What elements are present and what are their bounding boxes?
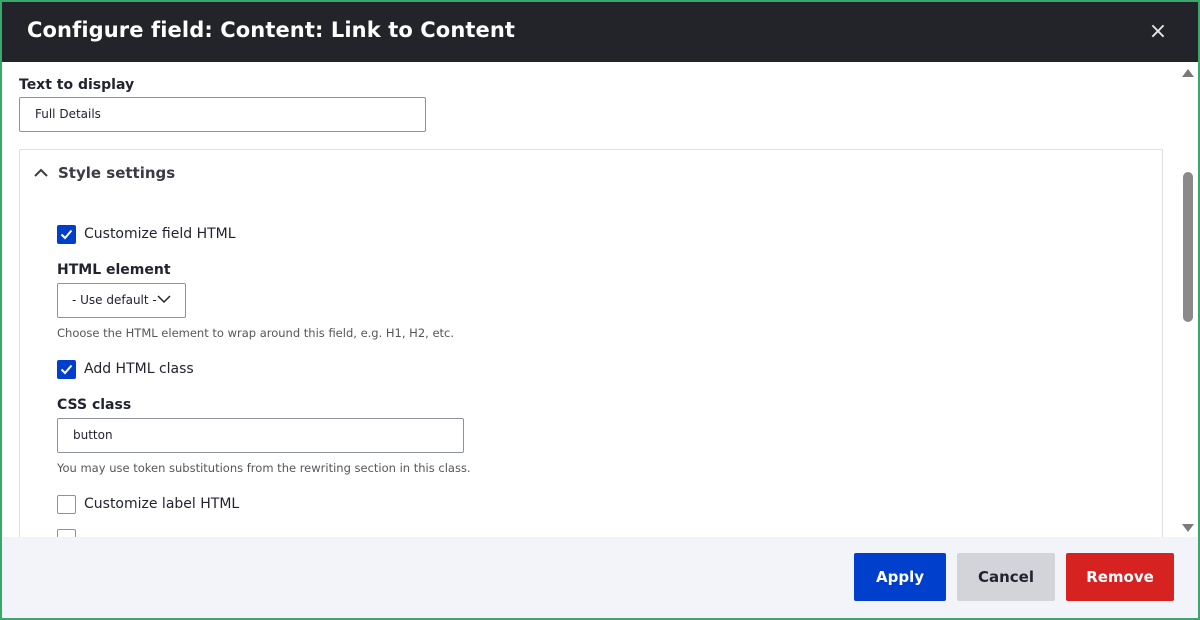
- checkmark-icon: [60, 364, 73, 375]
- css-class-input[interactable]: button: [57, 418, 464, 453]
- close-icon[interactable]: ×: [1146, 20, 1170, 44]
- remove-button[interactable]: Remove: [1066, 553, 1174, 601]
- css-class-label: CSS class: [57, 397, 132, 413]
- html-element-select[interactable]: - Use default -: [57, 283, 186, 318]
- cancel-button[interactable]: Cancel: [957, 553, 1055, 601]
- customize-label-html-label: Customize label HTML: [84, 496, 240, 512]
- style-settings-toggle[interactable]: Style settings: [34, 164, 175, 182]
- chevron-up-icon: [34, 164, 50, 182]
- html-element-description: Choose the HTML element to wrap around t…: [57, 326, 455, 340]
- chevron-down-icon: [157, 284, 171, 317]
- dialog-content: Text to display Full Details Style setti…: [2, 62, 1198, 537]
- dialog-footer: Apply Cancel Remove: [2, 537, 1198, 618]
- dialog-titlebar: Configure field: Content: Link to Conten…: [2, 2, 1198, 62]
- style-settings-summary: Style settings: [58, 164, 176, 182]
- style-settings-fieldset: Style settings Customize field HTML HTML…: [19, 149, 1163, 537]
- scrollbar-thumb[interactable]: [1183, 172, 1193, 322]
- css-class-description: You may use token substitutions from the…: [57, 461, 471, 475]
- html-element-selected: - Use default -: [72, 293, 157, 307]
- text-to-display-label: Text to display: [19, 77, 135, 93]
- text-to-display-input[interactable]: Full Details: [19, 97, 426, 132]
- dialog-title: Configure field: Content: Link to Conten…: [27, 18, 516, 42]
- customize-label-html-checkbox[interactable]: [57, 495, 76, 514]
- scroll-up-arrow-icon[interactable]: [1182, 69, 1194, 77]
- scroll-down-arrow-icon[interactable]: [1182, 524, 1194, 532]
- add-html-class-checkbox[interactable]: [57, 360, 76, 379]
- add-html-class-label: Add HTML class: [84, 361, 194, 377]
- customize-field-html-checkbox[interactable]: [57, 225, 76, 244]
- checkmark-icon: [60, 229, 73, 240]
- content-scrollbar[interactable]: [1178, 62, 1198, 537]
- configure-field-dialog: Configure field: Content: Link to Conten…: [2, 2, 1198, 618]
- next-option-checkbox[interactable]: [57, 529, 76, 537]
- html-element-label: HTML element: [57, 262, 171, 278]
- customize-field-html-label: Customize field HTML: [84, 226, 236, 242]
- apply-button[interactable]: Apply: [854, 553, 946, 601]
